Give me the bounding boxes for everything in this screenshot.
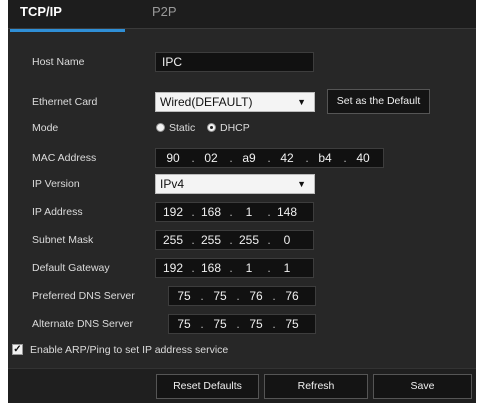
host-name-label: Host Name [32, 56, 85, 68]
ip-octet: 192 [162, 205, 184, 219]
save-button[interactable]: Save [373, 374, 472, 399]
arp-ping-checkbox[interactable]: ✓ [12, 344, 23, 355]
dhcp-radio[interactable] [207, 123, 216, 132]
separator: . [236, 289, 240, 303]
separator: . [191, 233, 195, 247]
subnet-mask-label: Subnet Mask [32, 234, 94, 246]
ip-octet: 75 [249, 317, 263, 331]
default-gateway-label: Default Gateway [32, 262, 110, 274]
separator: . [191, 205, 195, 219]
dropdown-arrow-icon: ▼ [297, 97, 306, 107]
mac-octet: a9 [242, 151, 256, 165]
tab-tcp-ip[interactable]: TCP/IP [20, 0, 62, 28]
default-gateway-field[interactable]: 192 . 168 . 1 . 1 [155, 258, 314, 278]
active-tab-indicator [10, 29, 125, 32]
ip-octet: 148 [276, 205, 298, 219]
separator: . [272, 317, 276, 331]
separator: . [229, 205, 233, 219]
ethernet-card-label: Ethernet Card [32, 96, 98, 108]
separator: . [229, 151, 233, 165]
ip-octet: 1 [283, 261, 291, 275]
ethernet-card-select[interactable]: Wired(DEFAULT) ▼ [155, 92, 315, 112]
static-radio[interactable] [156, 123, 165, 132]
separator: . [267, 261, 271, 275]
mac-octet: 40 [356, 151, 370, 165]
separator: . [200, 317, 204, 331]
set-as-default-button[interactable]: Set as the Default [327, 89, 430, 114]
arp-ping-label: Enable ARP/Ping to set IP address servic… [30, 344, 229, 356]
separator: . [267, 233, 271, 247]
preferred-dns-field[interactable]: 75 . 75 . 76 . 76 [168, 286, 316, 306]
alternate-dns-field[interactable]: 75 . 75 . 75 . 75 [168, 314, 316, 334]
mac-octet: 42 [280, 151, 294, 165]
ip-octet: 75 [213, 317, 227, 331]
ip-octet: 76 [249, 289, 263, 303]
ip-octet: 0 [283, 233, 291, 247]
ip-octet: 76 [285, 289, 299, 303]
mac-address-field[interactable]: 90 . 02 . a9 . 42 . b4 . 40 [155, 148, 384, 168]
separator: . [229, 261, 233, 275]
ip-octet: 255 [238, 233, 260, 247]
ip-octet: 192 [162, 261, 184, 275]
ip-address-label: IP Address [32, 206, 83, 218]
mac-octet: 90 [166, 151, 180, 165]
separator: . [272, 289, 276, 303]
tab-bar: TCP/IP P2P [8, 0, 476, 29]
ip-octet: 1 [245, 261, 253, 275]
separator: . [229, 233, 233, 247]
ip-address-field[interactable]: 192 . 168 . 1 . 148 [155, 202, 314, 222]
mac-octet: 02 [204, 151, 218, 165]
subnet-mask-field[interactable]: 255 . 255 . 255 . 0 [155, 230, 314, 250]
ip-octet: 75 [213, 289, 227, 303]
ip-octet: 1 [245, 205, 253, 219]
separator: . [267, 151, 271, 165]
refresh-button[interactable]: Refresh [264, 374, 368, 399]
ip-octet: 168 [200, 261, 222, 275]
ip-version-select[interactable]: IPv4 ▼ [155, 174, 315, 194]
ip-octet: 75 [177, 289, 191, 303]
mac-octet: b4 [318, 151, 332, 165]
host-name-input[interactable]: IPC [155, 52, 314, 72]
ip-version-value: IPv4 [160, 177, 185, 191]
ip-octet: 168 [200, 205, 222, 219]
separator: . [191, 151, 195, 165]
ip-octet: 255 [200, 233, 222, 247]
mode-label: Mode [32, 122, 59, 134]
mac-address-label: MAC Address [32, 152, 97, 164]
reset-defaults-button[interactable]: Reset Defaults [156, 374, 259, 399]
separator: . [200, 289, 204, 303]
dhcp-radio-label: DHCP [220, 122, 250, 134]
separator: . [236, 317, 240, 331]
separator: . [191, 261, 195, 275]
dropdown-arrow-icon: ▼ [297, 179, 306, 189]
ip-version-label: IP Version [32, 178, 80, 190]
static-radio-label: Static [169, 122, 196, 134]
separator: . [267, 205, 271, 219]
ethernet-card-value: Wired(DEFAULT) [160, 95, 253, 109]
tab-p2p[interactable]: P2P [152, 0, 177, 28]
preferred-dns-label: Preferred DNS Server [32, 290, 135, 302]
separator: . [305, 151, 309, 165]
ip-octet: 255 [162, 233, 184, 247]
network-settings-panel: TCP/IP P2P Host Name IPC Ethernet Card W… [8, 0, 476, 403]
ip-octet: 75 [177, 317, 191, 331]
separator: . [343, 151, 347, 165]
ip-octet: 75 [285, 317, 299, 331]
alternate-dns-label: Alternate DNS Server [32, 318, 133, 330]
